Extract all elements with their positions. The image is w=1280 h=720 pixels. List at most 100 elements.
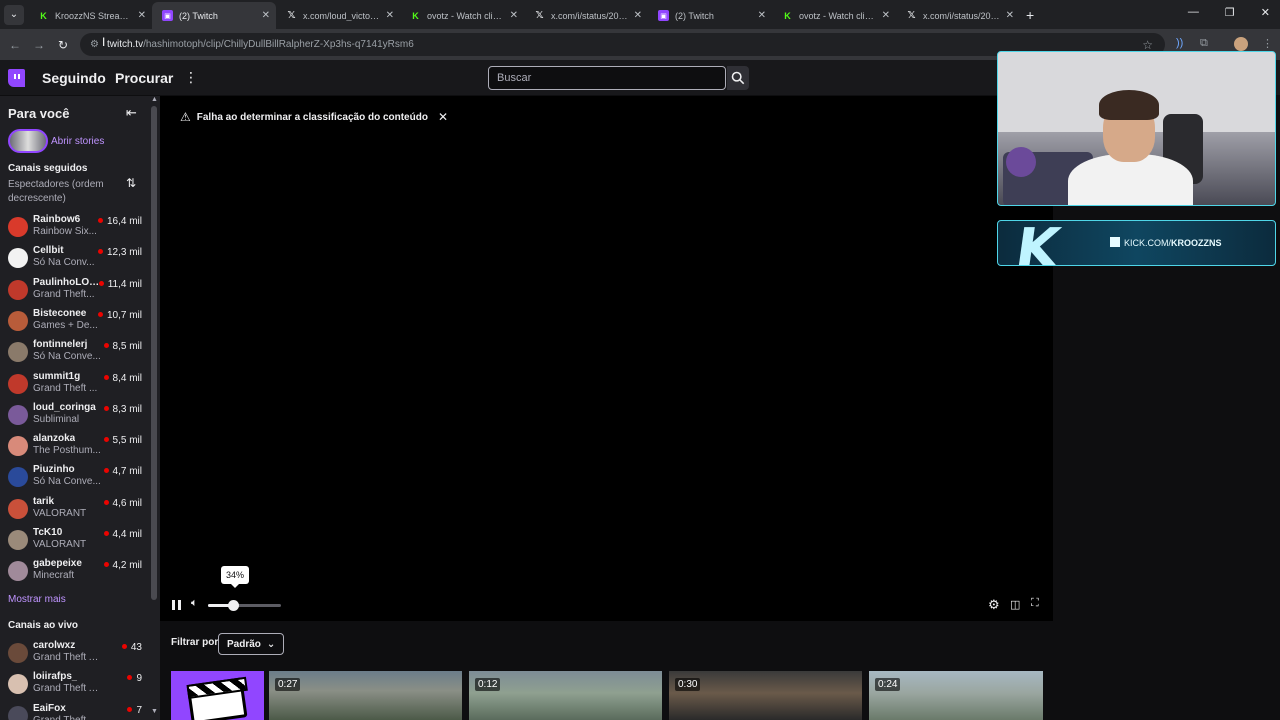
forward-arrow-icon[interactable]: →	[27, 38, 51, 52]
twitch-favicon-icon: ▣	[162, 10, 173, 21]
close-window-icon[interactable]: ✕	[1261, 6, 1270, 19]
reload-icon[interactable]: ↻	[51, 38, 75, 52]
search-input[interactable]: Buscar	[488, 66, 726, 90]
channel-game: Subliminal	[33, 413, 80, 425]
close-tab-icon[interactable]: ✕	[758, 10, 766, 21]
scroll-down-arrow-icon[interactable]: ▼	[151, 708, 158, 715]
scroll-up-arrow-icon[interactable]: ▲	[151, 96, 158, 103]
volume-slider-knob[interactable]	[227, 600, 239, 611]
twitch-logo-icon[interactable]	[8, 69, 25, 87]
kick-channel-url: KICK.COM/KROOZZNS	[1110, 237, 1222, 248]
browser-tab[interactable]: ▣ (2) Twitch ✕	[648, 2, 772, 29]
sidebar-channel-summit1g[interactable]: summit1g Grand Theft ... 8,4 mil	[8, 370, 150, 400]
channel-avatar	[8, 404, 28, 425]
bookmark-star-icon[interactable]: ☆	[1142, 38, 1153, 52]
show-more-link[interactable]: Mostrar mais	[8, 594, 66, 605]
live-dot-icon	[97, 311, 103, 317]
restore-icon[interactable]: ❐	[1225, 6, 1235, 19]
nav-following-link[interactable]: Seguindo	[42, 70, 106, 86]
settings-gear-icon[interactable]: ⚙	[988, 597, 1000, 613]
close-tab-icon[interactable]: ✕	[882, 10, 890, 21]
collapse-sidebar-icon[interactable]: ⇤	[126, 105, 137, 121]
sidebar-channel-bisteconee[interactable]: Bisteconee Games + De... 10,7 mil	[8, 307, 150, 337]
sidebar-scrollbar[interactable]	[151, 106, 157, 600]
clip-thumbnail[interactable]: 0:30	[669, 671, 862, 720]
extension-wave-icon[interactable]: ))	[1176, 37, 1183, 49]
dismiss-warning-icon[interactable]: ✕	[438, 110, 448, 124]
sidebar-channel-rainbow6[interactable]: Rainbow6 Rainbow Six... 16,4 mil	[8, 213, 150, 243]
sidebar-channel-tck10[interactable]: TcK10 VALORANT 4,4 mil	[8, 526, 150, 556]
live-dot-icon	[127, 675, 133, 681]
close-tab-icon[interactable]: ✕	[138, 10, 146, 21]
browser-tab-title: (2) Twitch	[179, 10, 218, 21]
close-tab-icon[interactable]: ✕	[386, 10, 394, 21]
volume-slider[interactable]	[208, 600, 281, 611]
new-tab-plus-icon[interactable]: +	[1026, 7, 1034, 23]
channel-name: loud_coringa	[33, 401, 96, 413]
live-dot-icon	[103, 374, 109, 380]
sidebar-channel-fontinnelerj[interactable]: fontinnelerj Só Na Conve... 8,5 mil	[8, 338, 150, 368]
browser-tab[interactable]: Kovotz - Watch clips o ✕	[772, 2, 896, 29]
extensions-puzzle-icon[interactable]: ⧉	[1200, 37, 1208, 50]
clip-thumbnail-clapperboard[interactable]	[171, 671, 264, 720]
close-tab-icon[interactable]: ✕	[1006, 10, 1014, 21]
filter-label: Filtrar por	[171, 637, 219, 648]
browser-menu-icon[interactable]: ⋮	[1262, 37, 1273, 50]
browser-tab[interactable]: 𝕏x.com/loud_victor/st ✕	[276, 2, 400, 29]
sidebar-channel-alanzoka[interactable]: alanzoka The Posthum... 5,5 mil	[8, 432, 150, 462]
browser-tab-title: KroozzNS Stream - W	[55, 10, 134, 21]
browser-tab[interactable]: ▣ (2) Twitch ✕	[152, 2, 276, 29]
sidebar-channel-gabepeixe[interactable]: gabepeixe Minecraft 4,2 mil	[8, 557, 150, 587]
channel-game: Games + De...	[33, 319, 98, 331]
browser-tab-strip: ⌄ KKroozzNS Stream - W✕▣(2) Twitch✕𝕏x.co…	[0, 0, 1280, 29]
close-tab-icon[interactable]: ✕	[510, 10, 518, 21]
live-dot-icon	[103, 468, 109, 474]
sidebar-channel-paulinholok[interactable]: PaulinhoLOK... Grand Theft... 11,4 mil	[8, 276, 150, 306]
stories-button[interactable]: Abrir stories	[8, 129, 104, 153]
pause-icon[interactable]	[172, 600, 181, 610]
followed-sort-label: Espectadores (ordem decrescente)	[8, 179, 104, 204]
browser-tab[interactable]: 𝕏x.com/i/status/20402 ✕	[896, 2, 1020, 29]
channel-viewer-count: 43	[121, 642, 142, 653]
volume-speaker-icon[interactable]: 🔈︎	[191, 597, 198, 610]
back-arrow-icon[interactable]: ←	[3, 38, 27, 52]
channel-game: Minecraft	[33, 570, 75, 582]
search-button[interactable]	[727, 66, 749, 90]
more-options-icon[interactable]: ⋮	[184, 69, 198, 86]
theatre-mode-icon[interactable]: ◫	[1010, 598, 1020, 611]
sidebar-channel-carolwxz[interactable]: carolwxzGrand Theft Au... 43	[8, 639, 150, 669]
browser-tab-title: x.com/i/status/20402	[551, 10, 630, 21]
site-info-icon[interactable]: ⚙	[90, 39, 99, 50]
viewer-count-text: 16,4 mil	[106, 216, 142, 227]
nav-browse-link[interactable]: Procurar	[115, 70, 173, 86]
video-player[interactable]: ⚠ Falha ao determinar a classificação do…	[160, 96, 1053, 621]
browser-tab[interactable]: K KroozzNS Stream - W ✕	[28, 2, 152, 29]
browser-tab[interactable]: 𝕏x.com/i/status/20402 ✕	[524, 2, 648, 29]
channel-avatar	[8, 530, 28, 550]
minimize-icon[interactable]: —	[1188, 6, 1199, 19]
sidebar-channel-loiirafps[interactable]: loiirafps_Grand Theft Au... 9	[8, 670, 150, 700]
sidebar-channel-loudcoringa[interactable]: loud_coringa Subliminal 8,3 mil	[8, 401, 150, 431]
clip-thumbnail[interactable]: 0:12	[469, 671, 662, 720]
fullscreen-icon[interactable]: ⛶	[1031, 597, 1039, 610]
sidebar-channel-piuzinho[interactable]: Piuzinho Só Na Conve... 4,7 mil	[8, 463, 150, 493]
close-tab-icon[interactable]: ✕	[262, 10, 270, 21]
channel-name: summit1g	[33, 370, 81, 382]
channel-avatar	[8, 217, 28, 237]
sidebar-channel-tarik[interactable]: tarik VALORANT 4,6 mil	[8, 495, 150, 525]
viewer-count-text: 4,7 mil	[112, 466, 142, 478]
sidebar-channel-cellbit[interactable]: Cellbit Só Na Conv... 12,3 mil	[8, 244, 150, 274]
filter-dropdown[interactable]: Padrão ⌄	[218, 633, 285, 655]
clip-duration: 0:30	[675, 678, 701, 691]
close-tab-icon[interactable]: ✕	[634, 10, 642, 21]
clip-thumbnail[interactable]: 0:27	[269, 671, 462, 720]
browser-tab[interactable]: Kovotz - Watch clips o ✕	[400, 2, 524, 29]
x-favicon-icon: 𝕏	[907, 10, 916, 21]
tab-search-chevron-icon[interactable]: ⌄	[4, 4, 24, 25]
profile-avatar-icon[interactable]	[1234, 37, 1248, 51]
search-icon	[731, 71, 745, 85]
clip-thumbnail[interactable]: 0:24	[869, 671, 1043, 720]
sidebar-channel-eaifox[interactable]: EaiFoxGrand Theft Au... 7	[8, 702, 150, 720]
sort-arrows-icon[interactable]: ⇅	[126, 176, 136, 190]
stories-label: Abrir stories	[51, 135, 105, 147]
